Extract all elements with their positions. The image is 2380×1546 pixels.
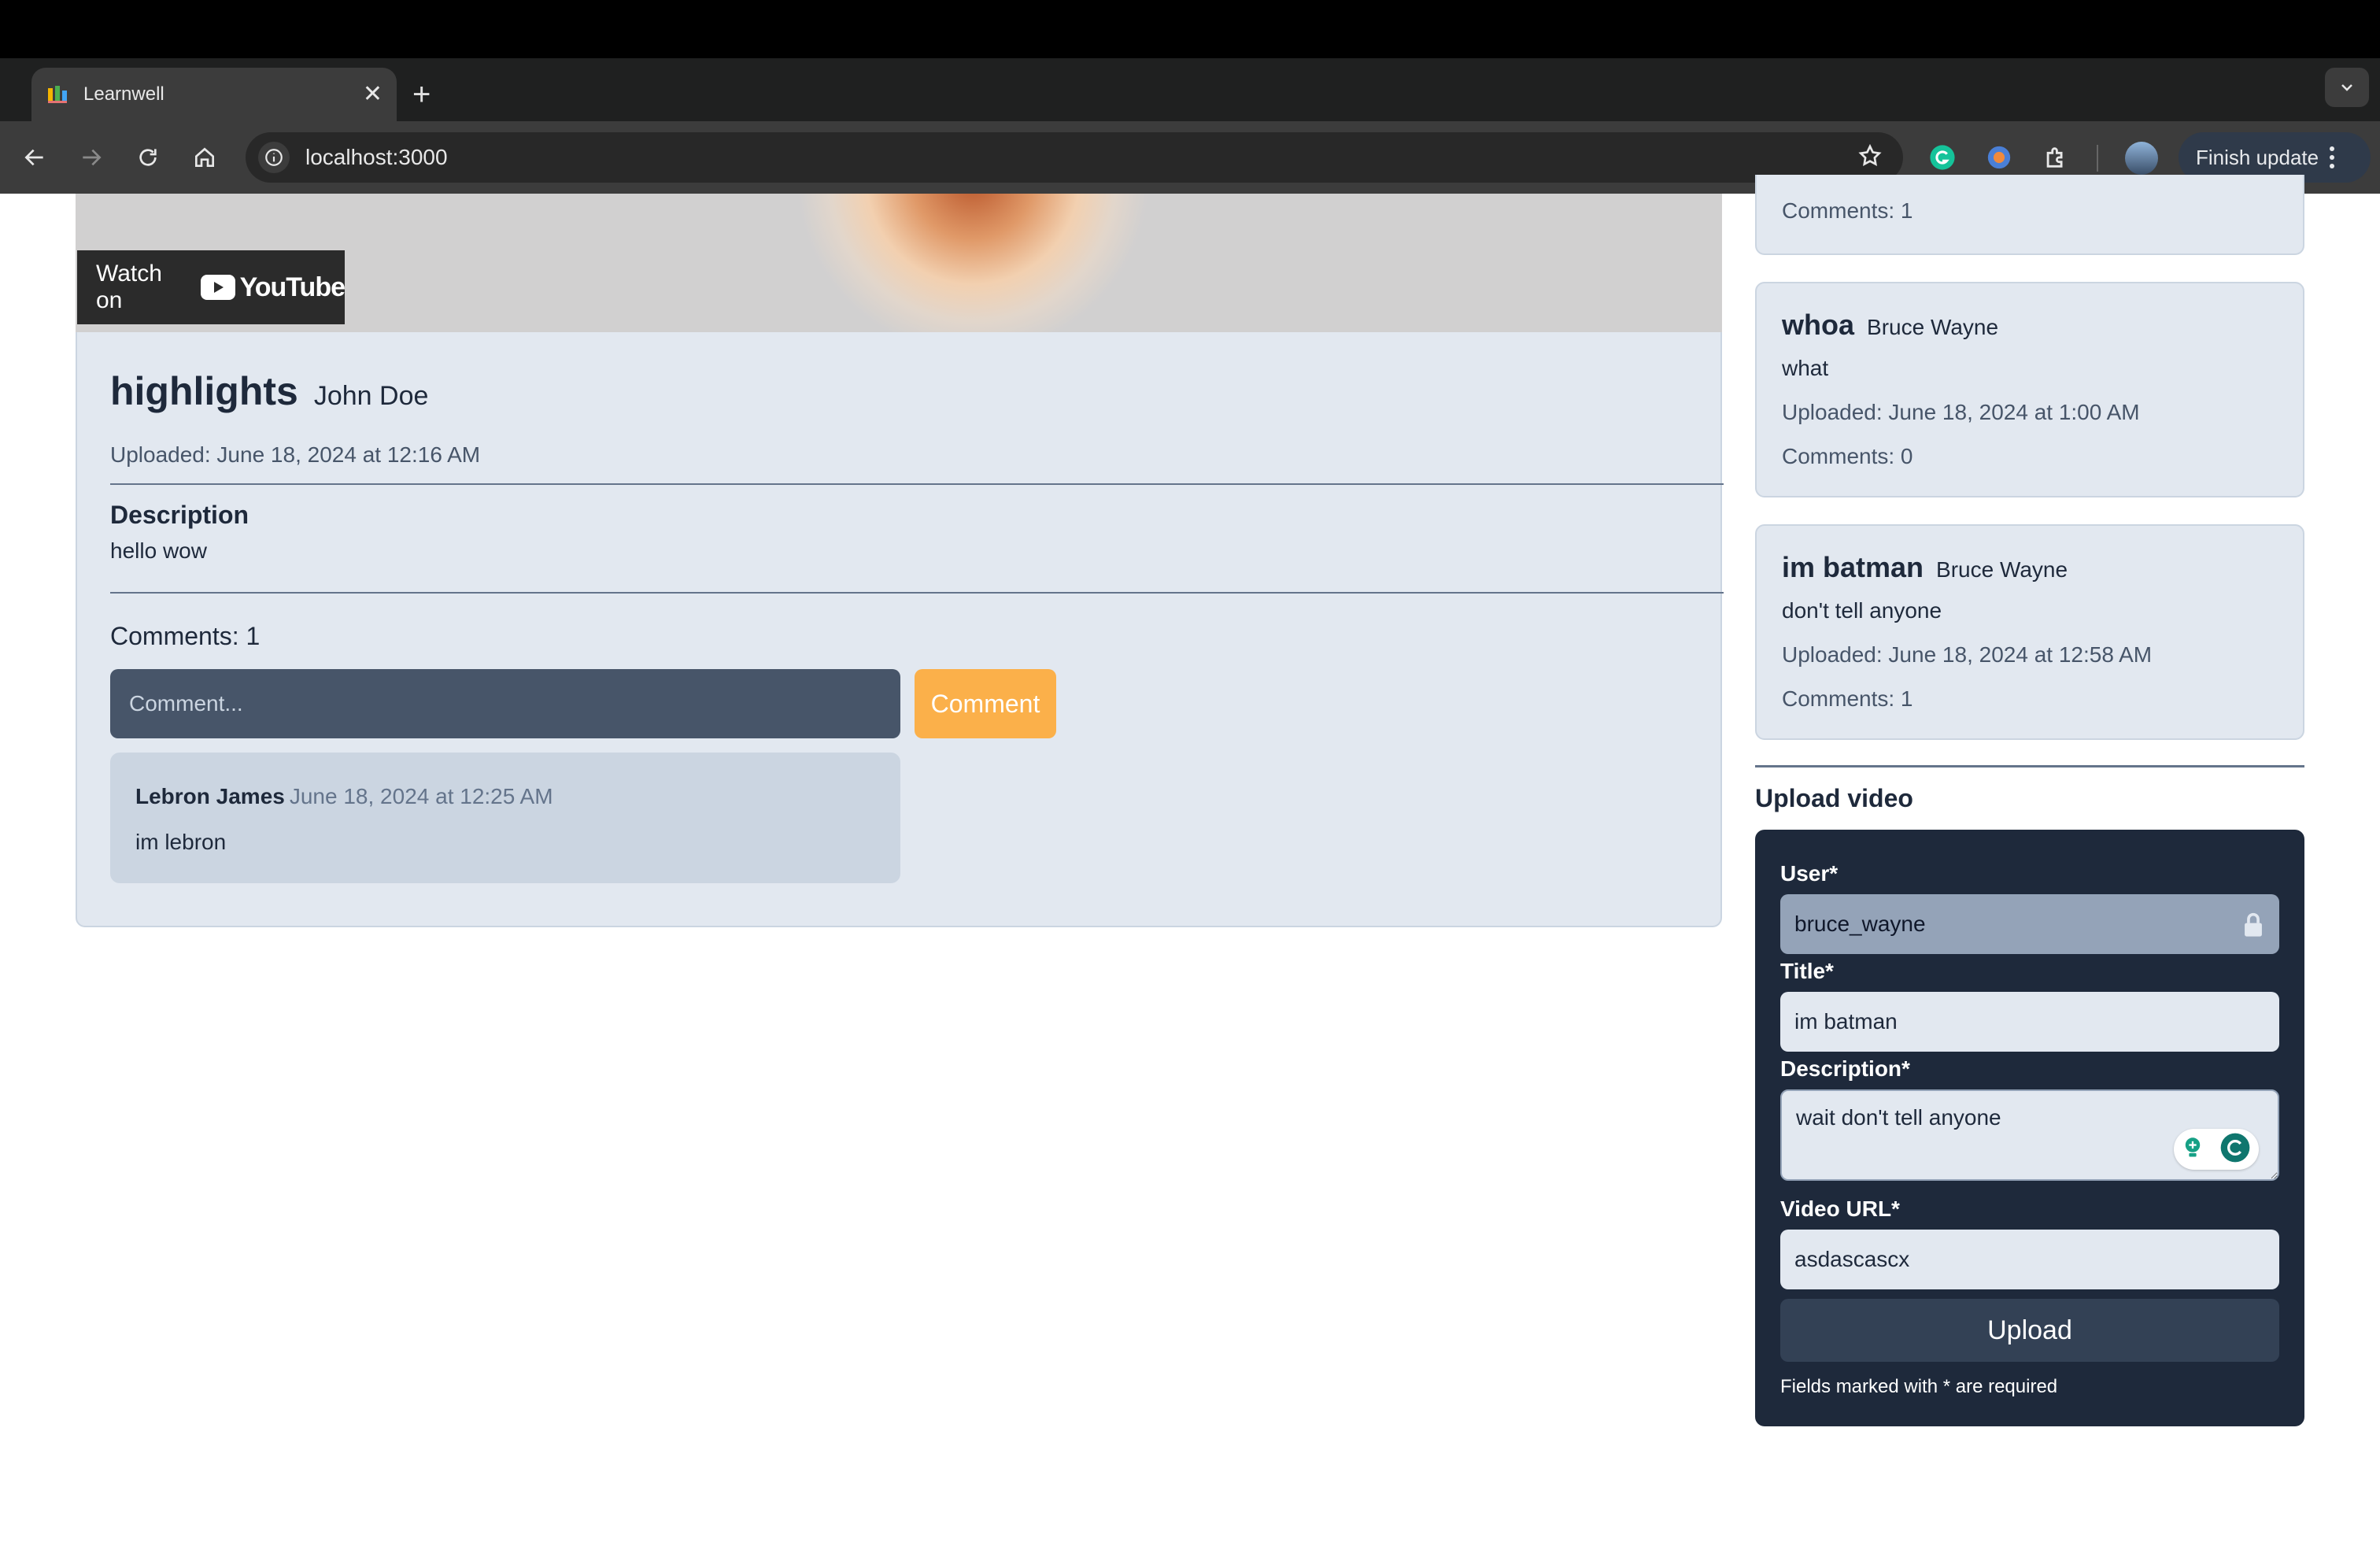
video-title: highlights [110, 369, 298, 413]
grammarly-icon[interactable] [2219, 1132, 2251, 1167]
extensions-puzzle-icon[interactable] [2037, 139, 2075, 176]
title-field[interactable] [1780, 992, 2279, 1052]
video-card-author: Bruce Wayne [1867, 315, 1999, 339]
divider [1755, 765, 2304, 767]
video-card-uploaded: Uploaded: June 18, 2024 at 1:00 AM [1782, 400, 2140, 424]
back-arrow-icon[interactable] [16, 139, 54, 176]
video-card-description: what [1782, 356, 1829, 380]
forward-arrow-icon[interactable] [72, 139, 110, 176]
video-url-field[interactable] [1780, 1230, 2279, 1289]
video-uploaded-date: Uploaded: June 18, 2024 at 12:16 AM [110, 442, 481, 467]
youtube-brand: YouTube [239, 272, 346, 302]
divider [110, 592, 1724, 594]
comment-meta: Lebron James June 18, 2024 at 12:25 AM [135, 784, 553, 809]
video-card-comments: Comments: 1 [1782, 198, 1913, 223]
watch-on-youtube-button[interactable]: Watch on YouTube [77, 250, 346, 324]
user-field-wrapper [1755, 894, 2304, 954]
profile-avatar[interactable] [2125, 142, 2158, 175]
tab-search-dropdown-icon[interactable] [2325, 68, 2369, 107]
youtube-logo-icon: YouTube [200, 272, 346, 303]
tab-strip: Learnwell ✕ + [0, 58, 2380, 121]
grammarly-widget[interactable] [2174, 1129, 2259, 1170]
mac-menu-bar [0, 0, 2380, 58]
video-card-author: Bruce Wayne [1936, 557, 2068, 582]
title-label: Title* [1780, 959, 1834, 983]
site-info-icon[interactable] [258, 142, 290, 173]
video-player[interactable]: Watch on YouTube [76, 194, 1722, 332]
user-label: User* [1780, 861, 1839, 886]
url-text: localhost:3000 [305, 145, 448, 169]
toolbar-separator [2097, 145, 2098, 172]
comment-item: Lebron James June 18, 2024 at 12:25 AM im… [110, 753, 900, 883]
upload-button[interactable]: Upload [1780, 1299, 2279, 1362]
description-heading: Description [110, 501, 249, 529]
new-tab-icon[interactable]: + [412, 76, 431, 113]
comment-input[interactable] [110, 669, 900, 738]
comment-author: Lebron James [135, 784, 285, 808]
comment-button[interactable]: Comment [915, 669, 1056, 738]
comment-date: June 18, 2024 at 12:25 AM [289, 784, 553, 808]
description-label: Description* [1780, 1056, 1910, 1081]
finish-update-label: Finish update [2196, 145, 2319, 169]
extension-icon[interactable] [1980, 139, 2018, 176]
tab-close-icon[interactable]: ✕ [363, 83, 382, 106]
more-menu-icon[interactable] [2330, 146, 2335, 168]
browser-tab[interactable]: Learnwell ✕ [31, 68, 397, 121]
video-card-title-row: im batman Bruce Wayne [1782, 551, 2068, 584]
upload-heading: Upload video [1755, 784, 1913, 812]
reload-icon[interactable] [129, 139, 167, 176]
video-card-title: im batman [1782, 551, 1924, 583]
video-card-comments: Comments: 1 [1782, 686, 1913, 711]
required-fields-note: Fields marked with * are required [1780, 1376, 2058, 1397]
video-url-label: Video URL* [1780, 1196, 1900, 1221]
home-icon[interactable] [186, 139, 224, 176]
grammarly-extension-icon[interactable] [1924, 139, 1961, 176]
description-field-wrapper: wait don't tell anyone [1755, 1089, 2304, 1181]
divider [110, 483, 1724, 485]
comments-count: Comments: 1 [110, 622, 261, 650]
video-author: John Doe [313, 381, 429, 411]
video-card-description: don't tell anyone [1782, 598, 1942, 623]
sidebar-video-card[interactable]: whoa Bruce Wayne what Uploaded: June 18,… [1755, 282, 2304, 497]
video-details-card: highlights John Doe Uploaded: June 18, 2… [76, 332, 1724, 927]
tab-title: Learnwell [83, 83, 164, 105]
video-card-uploaded: Uploaded: June 18, 2024 at 12:58 AM [1782, 642, 2153, 667]
video-card-comments: Comments: 0 [1782, 444, 1913, 468]
bookmark-star-icon[interactable] [1857, 143, 1883, 172]
user-field[interactable] [1780, 894, 2279, 954]
address-bar[interactable]: localhost:3000 [246, 132, 1903, 183]
video-card-title-row: whoa Bruce Wayne [1782, 309, 1998, 342]
sidebar-video-card[interactable]: Comments: 1 [1755, 175, 2304, 255]
comment-text: im lebron [135, 830, 227, 854]
video-title-row: highlights John Doe [110, 368, 428, 414]
watch-on-label: Watch on [96, 261, 162, 313]
sidebar-video-card[interactable]: im batman Bruce Wayne don't tell anyone … [1755, 524, 2304, 740]
upload-form: User* Title* Description* wait don't tel… [1755, 830, 2304, 1426]
video-card-title: whoa [1782, 309, 1855, 341]
lock-icon [2241, 912, 2265, 942]
lightbulb-icon[interactable] [2182, 1136, 2204, 1163]
video-description: hello wow [110, 538, 207, 563]
learnwell-favicon-icon [46, 83, 69, 106]
